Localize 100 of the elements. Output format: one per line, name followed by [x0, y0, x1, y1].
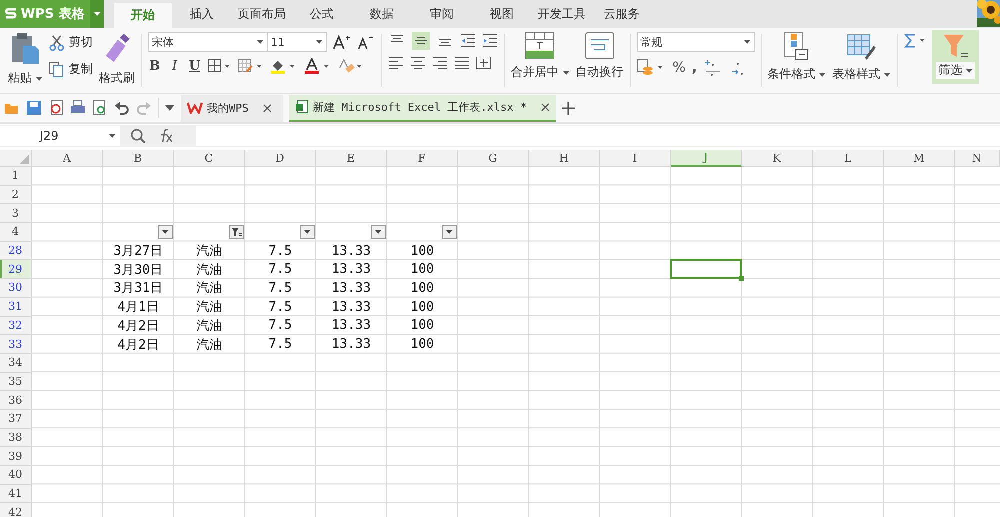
column-header[interactable]: K	[742, 150, 813, 167]
column-header[interactable]: L	[813, 150, 884, 167]
merge-center-button[interactable]: 合并居中	[510, 64, 570, 81]
ribbon-tab[interactable]: 审阅	[412, 0, 472, 28]
close-icon[interactable]	[540, 102, 550, 112]
caret-icon[interactable]	[256, 40, 264, 44]
row-header[interactable]: 38	[0, 428, 32, 448]
italic-button[interactable]: I	[168, 58, 182, 74]
conditional-format-button[interactable]: 条件格式	[768, 66, 826, 83]
caret-icon[interactable]	[966, 68, 974, 73]
borders-icon[interactable]	[208, 59, 232, 73]
decrease-indent-icon[interactable]	[460, 34, 476, 48]
column-header[interactable]: M	[884, 150, 955, 167]
ribbon-tab[interactable]: 开发工具	[532, 0, 592, 28]
font-name-field[interactable]: 宋体	[148, 32, 268, 52]
caret-icon[interactable]	[316, 40, 323, 44]
clear-format-icon[interactable]	[338, 58, 364, 74]
row-header[interactable]: 31	[0, 298, 32, 316]
caret-icon[interactable]	[109, 134, 116, 138]
app-menu-dropdown[interactable]	[90, 0, 104, 28]
column-header[interactable]: N	[955, 150, 1000, 167]
save-icon[interactable]	[26, 100, 42, 116]
increase-indent-icon[interactable]	[482, 34, 498, 48]
align-center-icon[interactable]	[410, 56, 426, 70]
bold-button[interactable]: B	[148, 58, 162, 74]
column-header[interactable]: D	[245, 150, 316, 167]
filter-dropdown-icon[interactable]	[300, 225, 315, 240]
row-header[interactable]: 41	[0, 484, 32, 504]
column-header[interactable]: G	[458, 150, 529, 167]
row-header[interactable]: 30	[0, 279, 32, 298]
align-right-icon[interactable]	[432, 56, 448, 70]
vertical-align-button[interactable]	[412, 32, 430, 50]
customize-dropdown-icon[interactable]	[165, 105, 175, 111]
row-header[interactable]: 40	[0, 466, 32, 485]
font-size-field[interactable]: 11	[266, 32, 327, 52]
column-header[interactable]: H	[529, 150, 600, 167]
print-icon[interactable]	[70, 100, 86, 116]
name-box[interactable]: J29	[0, 126, 120, 146]
column-header[interactable]: B	[103, 150, 174, 167]
ribbon-tab[interactable]: 开始	[114, 3, 172, 28]
ribbon-tab[interactable]: 云服务	[592, 0, 652, 28]
row-header[interactable]: 34	[0, 354, 32, 373]
print-preview-icon[interactable]	[92, 100, 108, 116]
row-header[interactable]: 32	[0, 316, 32, 336]
caret-icon[interactable]	[744, 40, 751, 44]
fill-color-icon[interactable]	[270, 58, 298, 74]
zoom-icon[interactable]	[130, 128, 146, 144]
close-icon[interactable]	[262, 104, 272, 112]
ribbon-tab[interactable]: 视图	[472, 0, 532, 28]
font-color-icon[interactable]	[304, 58, 332, 74]
cut-button[interactable]: 剪切	[48, 34, 93, 51]
ribbon-tab[interactable]: 页面布局	[232, 0, 292, 28]
filter-button[interactable]: 筛选	[932, 30, 980, 84]
ribbon-tab[interactable]: 插入	[172, 0, 232, 28]
distributed-align-icon[interactable]	[476, 56, 492, 70]
column-header[interactable]: A	[32, 150, 103, 167]
wrap-text-button[interactable]: 自动换行	[576, 64, 624, 81]
row-header[interactable]: 39	[0, 447, 32, 466]
caret-icon[interactable]	[819, 72, 826, 77]
filter-dropdown-icon[interactable]	[371, 225, 386, 240]
row-header[interactable]: 28	[0, 242, 32, 260]
row-header[interactable]: 36	[0, 391, 32, 410]
column-header[interactable]: F	[387, 150, 458, 167]
row-header[interactable]: 2	[0, 186, 32, 204]
cell-color-icon[interactable]	[238, 59, 264, 73]
column-header[interactable]: I	[600, 150, 671, 167]
row-header[interactable]: 1	[0, 167, 32, 186]
row-header[interactable]: 42	[0, 503, 32, 517]
caret-icon[interactable]	[562, 70, 570, 75]
row-header[interactable]: 35	[0, 372, 32, 392]
row-header[interactable]: 33	[0, 335, 32, 354]
row-header[interactable]: 3	[0, 204, 32, 224]
document-tab[interactable]: 我的WPS	[181, 94, 283, 122]
filter-dropdown-icon[interactable]	[158, 225, 173, 240]
document-tab[interactable]: 新建 Microsoft Excel 工作表.xlsx *	[289, 94, 556, 122]
grow-font-icon[interactable]	[332, 34, 351, 50]
align-left-icon[interactable]	[388, 56, 404, 70]
row-header[interactable]: 4	[0, 223, 32, 242]
number-format-field[interactable]: 常规	[636, 32, 755, 52]
percent-button[interactable]: %	[672, 60, 686, 76]
column-header[interactable]: C	[174, 150, 245, 167]
column-header[interactable]: E	[316, 150, 387, 167]
filter-active-icon[interactable]	[229, 225, 244, 240]
caret-icon[interactable]	[36, 76, 43, 81]
format-painter-button[interactable]: 格式刷	[98, 70, 135, 87]
ribbon-tab[interactable]: 公式	[292, 0, 352, 28]
justify-icon[interactable]	[454, 56, 470, 70]
row-header[interactable]: 37	[0, 410, 32, 429]
column-header[interactable]: J	[671, 150, 742, 167]
caret-icon[interactable]	[884, 72, 892, 77]
fill-handle[interactable]	[739, 276, 744, 282]
underline-button[interactable]: U	[188, 58, 202, 74]
row-header[interactable]: 29	[0, 260, 32, 280]
new-tab-icon[interactable]	[562, 102, 575, 114]
comma-style-button[interactable]: ,	[692, 60, 698, 76]
paste-button[interactable]: 粘贴	[8, 70, 43, 87]
selected-cell[interactable]	[670, 259, 742, 280]
copy-button[interactable]: 复制	[48, 61, 93, 78]
ribbon-tab[interactable]: 数据	[352, 0, 412, 28]
filter-dropdown-icon[interactable]	[442, 225, 457, 240]
